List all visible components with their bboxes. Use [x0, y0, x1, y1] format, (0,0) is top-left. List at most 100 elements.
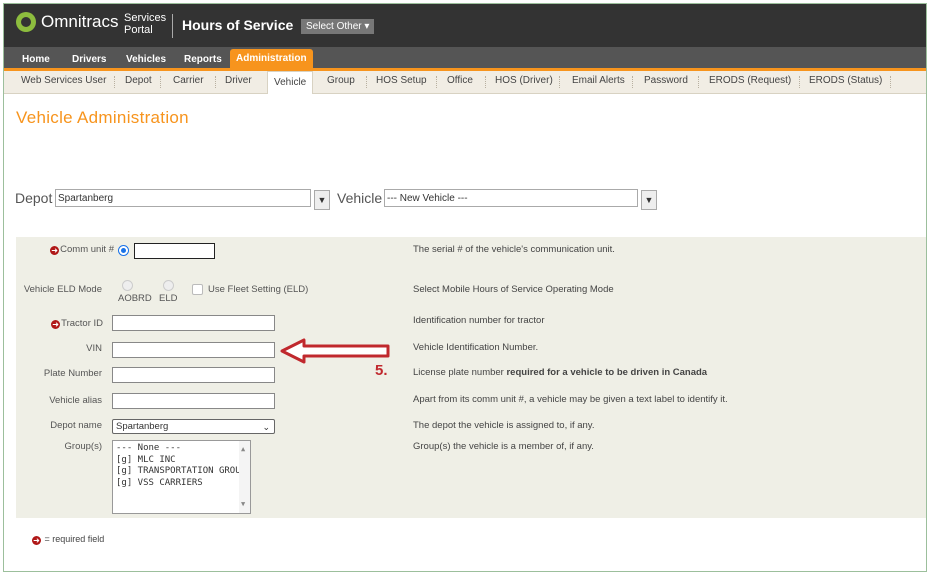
comm-unit-radio[interactable] — [118, 245, 129, 256]
portal-line: Portal — [124, 24, 153, 36]
nav-drivers[interactable]: Drivers — [66, 51, 112, 68]
depot-select-value: Spartanberg — [58, 193, 114, 204]
vin-desc: Vehicle Identification Number. — [413, 342, 539, 353]
top-bar: Omnitracs Services Portal Hours of Servi… — [4, 4, 926, 47]
required-field-legend: ➜ = required field — [32, 534, 104, 545]
tab-separator — [436, 76, 438, 88]
plate-desc-required: required for a vehicle to be driven in C… — [506, 367, 708, 378]
nav-reports[interactable]: Reports — [178, 51, 228, 68]
tab-hos-driver[interactable]: HOS (Driver) — [495, 75, 553, 86]
vin-label: VIN — [86, 343, 102, 354]
list-item[interactable]: [g] VSS CARRIERS — [116, 478, 247, 490]
tab-vehicle[interactable]: Vehicle — [267, 71, 314, 94]
tab-separator — [698, 76, 700, 88]
groups-label: Group(s) — [64, 441, 102, 452]
aobrd-option-label: AOBRD — [118, 293, 152, 304]
vehicle-selector-label: Vehicle — [337, 190, 383, 206]
use-fleet-setting-checkbox[interactable] — [192, 284, 203, 295]
scroll-up-icon[interactable]: ▲ — [241, 444, 245, 456]
groups-desc: Group(s) the vehicle is a member of, if … — [413, 441, 594, 452]
tab-group[interactable]: Group — [327, 75, 355, 86]
vehicle-form-panel: ➜ Comm unit # The serial # of the vehicle… — [16, 237, 926, 518]
depot-name-value: Spartanberg — [116, 421, 169, 432]
list-item[interactable]: [g] TRANSPORTATION GROUP — [116, 466, 247, 478]
tab-password[interactable]: Password — [644, 75, 688, 86]
vehicle-select-arrow-icon[interactable]: ▼ — [641, 190, 657, 210]
tab-separator — [215, 76, 217, 88]
depot-selector-label: Depot — [15, 190, 53, 206]
services-portal-label: Services Portal — [124, 12, 166, 36]
comm-unit-label: ➜ Comm unit # — [32, 244, 114, 255]
nav-home[interactable]: Home — [16, 51, 56, 68]
scroll-down-icon[interactable]: ▼ — [241, 499, 245, 511]
eld-mode-label: Vehicle ELD Mode — [23, 284, 102, 295]
tab-carrier[interactable]: Carrier — [173, 75, 204, 86]
vehicle-alias-desc: Apart from its comm unit #, a vehicle ma… — [413, 394, 728, 405]
plate-number-label: Plate Number — [43, 368, 102, 379]
required-icon: ➜ — [32, 536, 41, 545]
tab-web-services-user[interactable]: Web Services User — [21, 75, 106, 86]
nav-vehicles[interactable]: Vehicles — [120, 51, 172, 68]
app-frame: Omnitracs Services Portal Hours of Servi… — [3, 3, 927, 572]
tractor-id-label: ➜ Tractor ID — [32, 318, 103, 329]
tab-separator — [799, 76, 801, 88]
comm-unit-desc: The serial # of the vehicle's communicat… — [413, 244, 615, 255]
header-divider — [172, 14, 173, 38]
tractor-id-input[interactable] — [112, 315, 275, 331]
app-title: Hours of Service — [182, 17, 294, 33]
use-fleet-setting-label: Use Fleet Setting (ELD) — [208, 284, 309, 295]
tab-separator — [366, 76, 368, 88]
omnitracs-logo[interactable]: Omnitracs — [16, 12, 118, 32]
list-item[interactable]: [g] MLC INC — [116, 455, 247, 467]
required-icon: ➜ — [51, 320, 61, 329]
comm-unit-label-text: Comm unit # — [60, 244, 114, 255]
vin-input[interactable] — [112, 342, 275, 358]
vehicle-select[interactable]: --- New Vehicle --- ▼ — [384, 189, 657, 210]
depot-name-label: Depot name — [50, 420, 102, 431]
tab-separator — [485, 76, 487, 88]
tractor-id-label-text: Tractor ID — [61, 318, 103, 329]
annotation-step-number: 5. — [375, 362, 388, 379]
comm-unit-input[interactable] — [134, 243, 215, 259]
nav-administration[interactable]: Administration — [230, 49, 313, 68]
tab-separator — [632, 76, 634, 88]
depot-select[interactable]: Spartanberg ▼ — [55, 189, 330, 210]
omnitracs-logo-icon — [16, 12, 36, 32]
page-title: Vehicle Administration — [16, 108, 189, 127]
tab-erods-status[interactable]: ERODS (Status) — [809, 75, 882, 86]
vehicle-select-value: --- New Vehicle --- — [387, 193, 468, 204]
tab-separator — [114, 76, 116, 88]
services-line: Services — [124, 12, 167, 24]
tab-hos-setup[interactable]: HOS Setup — [376, 75, 427, 86]
plate-number-input[interactable] — [112, 367, 275, 383]
required-icon: ➜ — [50, 246, 60, 255]
tab-office[interactable]: Office — [447, 75, 473, 86]
eld-mode-aobrd-radio[interactable] — [122, 280, 133, 291]
tab-driver[interactable]: Driver — [225, 75, 252, 86]
depot-select-arrow-icon[interactable]: ▼ — [314, 190, 330, 210]
required-field-text: = required field — [44, 534, 105, 544]
tab-separator — [160, 76, 162, 88]
list-item[interactable]: --- None --- — [116, 443, 247, 455]
tab-erods-request[interactable]: ERODS (Request) — [709, 75, 791, 86]
vehicle-alias-label: Vehicle alias — [49, 395, 102, 406]
depot-name-desc: The depot the vehicle is assigned to, if… — [413, 420, 595, 431]
tab-depot[interactable]: Depot — [125, 75, 152, 86]
eld-mode-desc: Select Mobile Hours of Service Operating… — [413, 284, 614, 295]
groups-listbox[interactable]: --- None --- [g] MLC INC [g] TRANSPORTAT… — [112, 440, 251, 514]
depot-name-select[interactable]: Spartanberg ⌄ — [112, 419, 275, 434]
groups-scrollbar[interactable]: ▲ ▼ — [239, 441, 250, 513]
tab-separator — [890, 76, 892, 88]
annotation-arrow-icon — [280, 338, 390, 364]
plate-number-desc: License plate number required for a vehi… — [413, 367, 707, 378]
chevron-down-icon: ⌄ — [262, 422, 270, 432]
plate-desc-text: License plate number — [413, 367, 507, 378]
select-other-button[interactable]: Select Other ▾ — [301, 19, 375, 34]
vehicle-alias-input[interactable] — [112, 393, 275, 409]
admin-subnav: Web Services User Depot Carrier Driver V… — [4, 71, 926, 94]
tab-email-alerts[interactable]: Email Alerts — [572, 75, 625, 86]
tractor-id-desc: Identification number for tractor — [413, 315, 545, 326]
eld-mode-eld-radio[interactable] — [163, 280, 174, 291]
logo-text: Omnitracs — [41, 12, 119, 31]
main-nav: Home Drivers Vehicles Reports Administra… — [4, 47, 926, 71]
